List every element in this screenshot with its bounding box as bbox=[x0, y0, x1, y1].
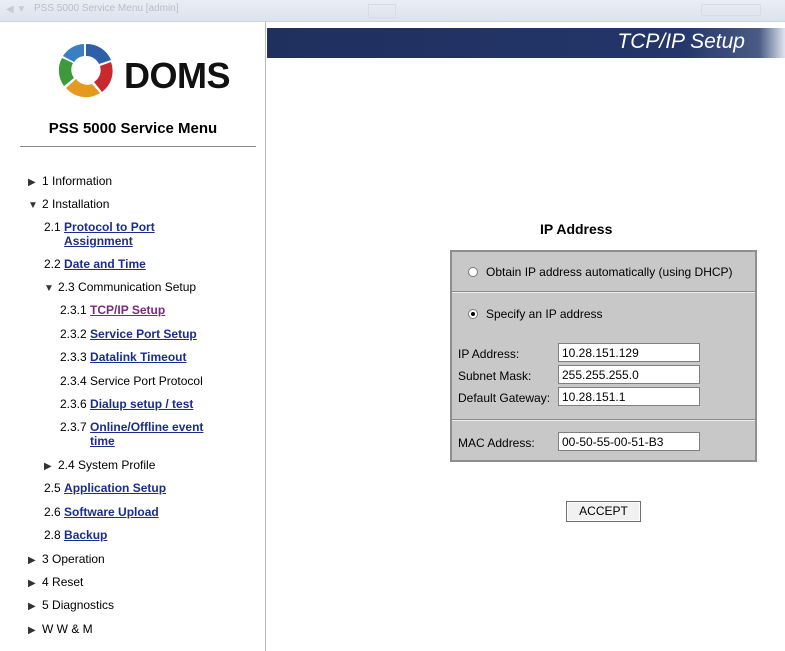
nav-item-communication-setup[interactable]: ▼ 2.3 Communication Setup bbox=[44, 280, 196, 294]
link-online-offline-event-time[interactable]: Online/Offline event time bbox=[90, 420, 220, 448]
collapse-arrow-icon[interactable]: ▼ bbox=[44, 283, 58, 294]
browser-titlebar: ◀ ▼ PSS 5000 Service Menu [admin] bbox=[0, 0, 785, 22]
nav-item-date-time[interactable]: 2.2 Date and Time bbox=[44, 257, 146, 271]
nav-item-installation[interactable]: ▼ 2 Installation bbox=[28, 197, 109, 211]
radio-static[interactable] bbox=[468, 309, 478, 319]
nav-item-service-port-protocol: 2.3.4 Service Port Protocol bbox=[60, 374, 203, 388]
link-service-port-setup[interactable]: Service Port Setup bbox=[90, 327, 197, 341]
link-software-upload[interactable]: Software Upload bbox=[64, 505, 159, 519]
expand-arrow-icon[interactable]: ▶ bbox=[44, 461, 58, 472]
link-application-setup[interactable]: Application Setup bbox=[64, 481, 166, 495]
link-backup[interactable]: Backup bbox=[64, 528, 107, 542]
section-title: IP Address bbox=[540, 221, 613, 237]
ip-address-input[interactable]: 10.28.151.129 bbox=[558, 343, 700, 362]
menu-title: PSS 5000 Service Menu bbox=[48, 120, 218, 137]
subnet-mask-label: Subnet Mask: bbox=[458, 369, 532, 383]
divider bbox=[452, 419, 755, 421]
link-date-time[interactable]: Date and Time bbox=[64, 257, 146, 271]
doms-logo-icon bbox=[58, 43, 113, 98]
nav-item-software-upload[interactable]: 2.6 Software Upload bbox=[44, 505, 159, 519]
browser-tab-title[interactable]: PSS 5000 Service Menu [admin] bbox=[34, 3, 179, 14]
nav-item-reset[interactable]: ▶ 4 Reset bbox=[28, 575, 83, 589]
doms-logo: DOMS bbox=[54, 40, 234, 100]
ip-settings-panel: Obtain IP address automatically (using D… bbox=[450, 250, 757, 462]
ip-address-label: IP Address: bbox=[458, 347, 520, 361]
expand-arrow-icon[interactable]: ▶ bbox=[28, 578, 42, 589]
nav-item-system-profile[interactable]: ▶ 2.4 System Profile bbox=[44, 458, 155, 472]
nav-item-protocol-port[interactable]: 2.1 Protocol to Port Assignment bbox=[44, 220, 214, 248]
nav-item-operation[interactable]: ▶ 3 Operation bbox=[28, 552, 105, 566]
logo-text: DOMS bbox=[124, 55, 231, 96]
nav-item-wwm[interactable]: ▶ W W & M bbox=[28, 622, 93, 636]
default-gateway-input[interactable]: 10.28.151.1 bbox=[558, 387, 700, 406]
page-title: TCP/IP Setup bbox=[617, 30, 745, 53]
default-gateway-label: Default Gateway: bbox=[458, 391, 551, 405]
subnet-mask-input[interactable]: 255.255.255.0 bbox=[558, 365, 700, 384]
nav-item-service-port-setup[interactable]: 2.3.2 Service Port Setup bbox=[60, 327, 197, 341]
nav-item-application-setup[interactable]: 2.5 Application Setup bbox=[44, 481, 166, 495]
expand-arrow-icon[interactable]: ▶ bbox=[28, 625, 42, 636]
radio-static-label[interactable]: Specify an IP address bbox=[486, 307, 603, 321]
nav-item-backup[interactable]: 2.8 Backup bbox=[44, 528, 107, 542]
link-protocol-to-port[interactable]: Protocol to Port Assignment bbox=[64, 220, 214, 248]
nav-item-dialup-setup[interactable]: 2.3.6 Dialup setup / test bbox=[60, 397, 193, 411]
nav-item-diagnostics[interactable]: ▶ 5 Diagnostics bbox=[28, 598, 114, 612]
link-datalink-timeout[interactable]: Datalink Timeout bbox=[90, 350, 186, 364]
collapse-arrow-icon[interactable]: ▼ bbox=[28, 200, 42, 211]
nav-item-online-offline[interactable]: 2.3.7 Online/Offline event time bbox=[60, 420, 220, 448]
link-dialup-setup[interactable]: Dialup setup / test bbox=[90, 397, 193, 411]
expand-arrow-icon[interactable]: ▶ bbox=[28, 555, 42, 566]
back-forward-icon[interactable]: ◀ ▼ bbox=[6, 4, 26, 15]
window-controls[interactable] bbox=[701, 4, 761, 16]
nav-item-tcpip-setup[interactable]: 2.3.1 TCP/IP Setup bbox=[60, 303, 165, 317]
radio-dhcp-label[interactable]: Obtain IP address automatically (using D… bbox=[486, 265, 733, 279]
expand-arrow-icon[interactable]: ▶ bbox=[28, 177, 42, 188]
expand-arrow-icon[interactable]: ▶ bbox=[28, 601, 42, 612]
nav-item-datalink-timeout[interactable]: 2.3.3 Datalink Timeout bbox=[60, 350, 187, 364]
divider bbox=[452, 291, 755, 293]
nav-item-information[interactable]: ▶ 1 Information bbox=[28, 174, 112, 188]
link-tcpip-setup[interactable]: TCP/IP Setup bbox=[90, 303, 165, 317]
mac-address-input[interactable]: 00-50-55-00-51-B3 bbox=[558, 432, 700, 451]
accept-button[interactable]: ACCEPT bbox=[566, 501, 641, 522]
mac-address-label: MAC Address: bbox=[458, 436, 535, 450]
divider bbox=[20, 146, 256, 147]
tab-new-button[interactable] bbox=[368, 4, 396, 18]
radio-dhcp[interactable] bbox=[468, 267, 478, 277]
